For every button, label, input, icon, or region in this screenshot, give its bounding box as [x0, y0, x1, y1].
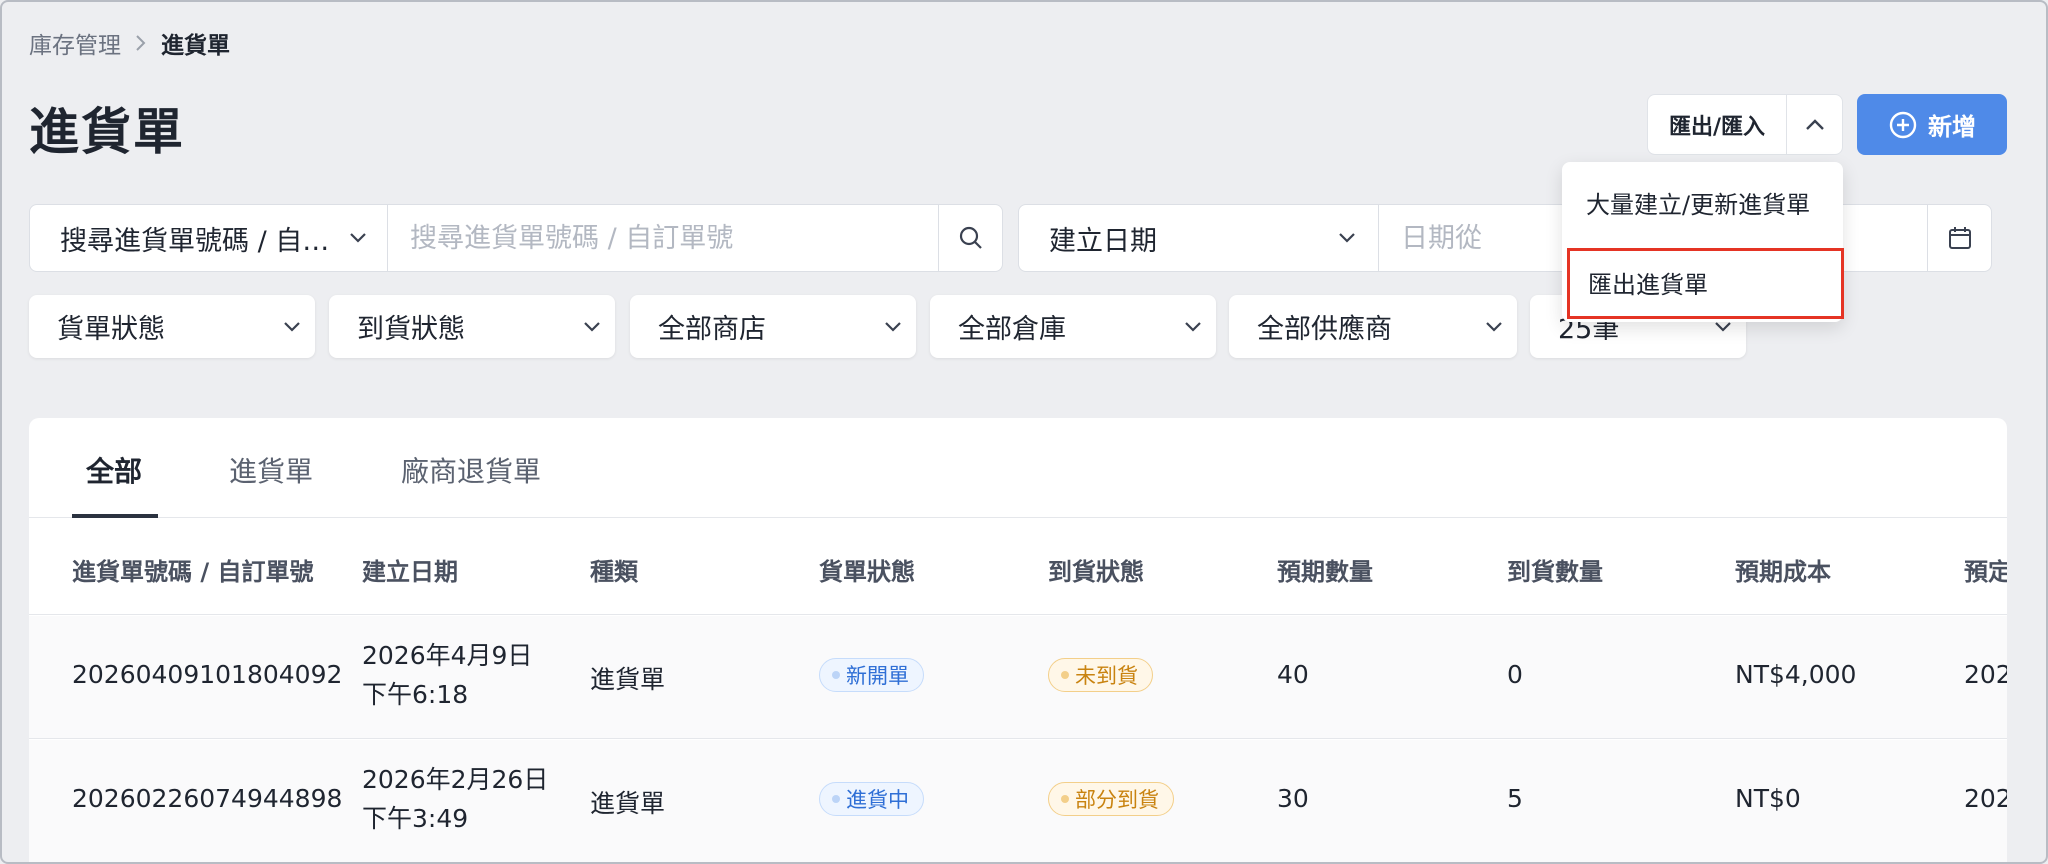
arrival-status-badge: 未到貨 — [1048, 658, 1153, 692]
app-frame: 庫存管理 進貨單 進貨單 匯出/匯入 新增 搜尋進貨單號碼 / 自… 搜尋進貨單… — [0, 0, 2048, 864]
order-status-select[interactable]: 貨單狀態 — [29, 295, 315, 358]
order-type: 進貨單 — [590, 789, 666, 818]
table-header: 進貨單號碼 / 自訂單號 建立日期 種類 貨單狀態 到貨狀態 預期數量 到貨數量… — [29, 518, 2007, 615]
column-header: 預定 — [1964, 558, 2007, 586]
status-dot-icon — [832, 671, 840, 679]
menu-item-export-orders[interactable]: 匯出進貨單 — [1562, 250, 1843, 314]
created-date: 2026年4月9日 下午6:18 — [362, 636, 532, 714]
chevron-down-icon — [1486, 321, 1502, 332]
tab-purchase-orders[interactable]: 進貨單 — [229, 450, 313, 490]
breadcrumb: 庫存管理 進貨單 — [29, 26, 230, 60]
order-number[interactable]: 20260409101804092 — [72, 660, 342, 689]
column-header: 種類 — [590, 558, 638, 586]
created-date-line1: 2026年4月9日 — [362, 641, 533, 670]
export-import-button[interactable]: 匯出/匯入 — [1648, 95, 1786, 154]
chevron-down-icon — [284, 321, 300, 332]
warehouse-select[interactable]: 全部倉庫 — [930, 295, 1216, 358]
date-type-select[interactable]: 建立日期 — [1019, 205, 1379, 271]
created-date-line2: 下午6:18 — [362, 680, 469, 709]
chevron-down-icon — [1339, 233, 1355, 243]
store-value: 全部商店 — [658, 314, 766, 345]
order-type: 進貨單 — [590, 665, 666, 694]
search-group: 搜尋進貨單號碼 / 自… — [29, 204, 1003, 272]
column-header: 預期成本 — [1735, 558, 1831, 586]
scheduled-date: 202 — [1964, 784, 2007, 813]
chevron-down-icon — [584, 321, 600, 332]
chevron-right-icon — [121, 34, 161, 52]
supplier-select[interactable]: 全部供應商 — [1229, 295, 1517, 358]
breadcrumb-current: 進貨單 — [161, 33, 230, 59]
breadcrumb-parent[interactable]: 庫存管理 — [29, 26, 121, 60]
export-import-toggle[interactable] — [1786, 95, 1842, 154]
chevron-down-icon — [1715, 321, 1731, 332]
tab-bar: 全部 進貨單 廠商退貨單 — [29, 418, 2007, 518]
arrival-status-text: 部分到貨 — [1075, 788, 1159, 812]
search-icon — [959, 226, 982, 249]
tab-all[interactable]: 全部 — [86, 450, 142, 490]
tab-vendor-returns[interactable]: 廠商退貨單 — [401, 450, 541, 490]
created-date-line2: 下午3:49 — [362, 804, 469, 833]
arrived-quantity: 5 — [1507, 784, 1523, 813]
search-button[interactable] — [938, 205, 1002, 271]
status-dot-icon — [1061, 671, 1069, 679]
order-status-badge: 進貨中 — [819, 782, 924, 816]
expected-quantity: 30 — [1277, 784, 1309, 813]
chevron-down-icon — [1185, 321, 1201, 332]
chevron-down-icon — [885, 321, 901, 332]
created-date-line1: 2026年2月26日 — [362, 765, 549, 794]
expected-quantity: 40 — [1277, 660, 1309, 689]
column-header: 到貨狀態 — [1048, 558, 1144, 586]
plus-circle-icon — [1889, 111, 1917, 138]
order-status-badge: 新開單 — [819, 658, 924, 692]
arrival-status-select[interactable]: 到貨狀態 — [329, 295, 615, 358]
order-status-text: 新開單 — [846, 664, 909, 688]
export-import-split-button: 匯出/匯入 — [1647, 94, 1843, 155]
search-input[interactable] — [388, 205, 938, 271]
column-header: 到貨數量 — [1507, 558, 1603, 586]
order-status-text: 進貨中 — [846, 788, 909, 812]
add-button[interactable]: 新增 — [1857, 94, 2007, 155]
column-header: 建立日期 — [362, 558, 458, 586]
table-row[interactable]: 20260226074944898 2026年2月26日 下午3:49 進貨單 … — [29, 740, 2007, 862]
expected-cost: NT$4,000 — [1735, 660, 1857, 689]
warehouse-value: 全部倉庫 — [958, 314, 1066, 345]
column-header: 貨單狀態 — [819, 558, 915, 586]
scheduled-date: 202 — [1964, 660, 2007, 689]
orders-panel: 全部 進貨單 廠商退貨單 進貨單號碼 / 自訂單號 建立日期 種類 貨單狀態 到… — [29, 418, 2007, 862]
table-row[interactable]: 20260409101804092 2026年4月9日 下午6:18 進貨單 新… — [29, 616, 2007, 739]
menu-item-bulk-create-update[interactable]: 大量建立/更新進貨單 — [1562, 170, 1843, 234]
page-title: 進貨單 — [29, 103, 185, 161]
calendar-button[interactable] — [1927, 205, 1991, 271]
expected-cost: NT$0 — [1735, 784, 1801, 813]
calendar-icon — [1948, 227, 1971, 249]
chevron-down-icon — [350, 233, 366, 243]
supplier-value: 全部供應商 — [1257, 314, 1392, 345]
date-filter-group: 建立日期 — [1018, 204, 1992, 272]
export-import-menu: 大量建立/更新進貨單 匯出進貨單 — [1562, 162, 1843, 322]
store-select[interactable]: 全部商店 — [630, 295, 916, 358]
arrival-status-badge: 部分到貨 — [1048, 782, 1174, 816]
arrival-status-text: 未到貨 — [1075, 664, 1138, 688]
arrival-status-value: 到貨狀態 — [357, 314, 465, 345]
add-button-label: 新增 — [1928, 113, 1976, 141]
arrived-quantity: 0 — [1507, 660, 1523, 689]
status-dot-icon — [1061, 795, 1069, 803]
column-header: 預期數量 — [1277, 558, 1373, 586]
order-status-value: 貨單狀態 — [57, 314, 165, 345]
status-dot-icon — [832, 795, 840, 803]
column-header: 進貨單號碼 / 自訂單號 — [72, 558, 314, 586]
search-type-select[interactable]: 搜尋進貨單號碼 / 自… — [30, 205, 388, 271]
date-type-value: 建立日期 — [1049, 225, 1157, 257]
search-type-value: 搜尋進貨單號碼 / 自… — [60, 225, 330, 257]
order-number[interactable]: 20260226074944898 — [72, 784, 342, 813]
created-date: 2026年2月26日 下午3:49 — [362, 760, 548, 838]
chevron-up-icon — [1805, 118, 1824, 130]
